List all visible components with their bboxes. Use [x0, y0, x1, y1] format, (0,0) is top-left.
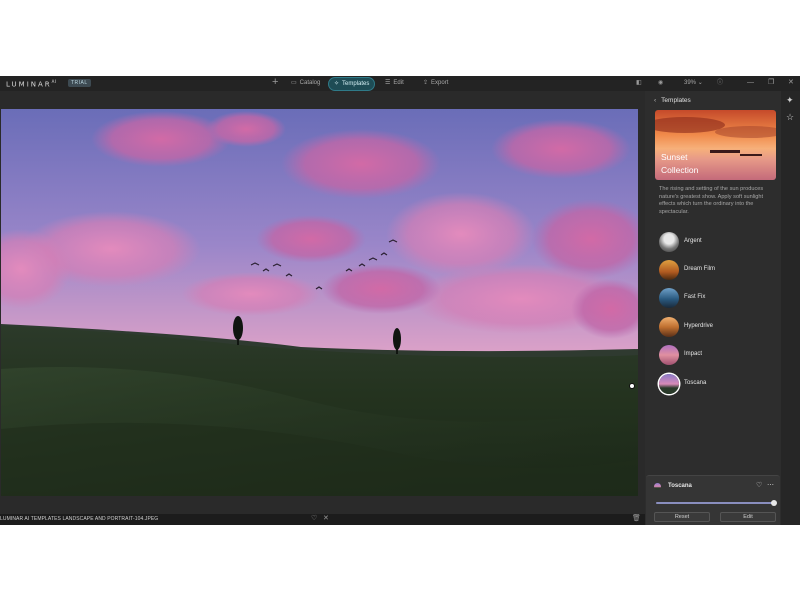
folder-icon: ▭: [291, 80, 297, 86]
magic-icon: ✧: [334, 81, 340, 87]
maximize-button[interactable]: ❐: [768, 77, 774, 89]
tab-edit-label: Edit: [393, 80, 404, 86]
tab-edit[interactable]: ☰ Edit: [380, 77, 409, 89]
filename: LUMINAR AI TEMPLATES LANDSCAPE AND PORTR…: [0, 516, 159, 522]
heart-icon[interactable]: ♡: [756, 481, 762, 489]
panel-title: Templates: [661, 97, 691, 104]
banner-subtitle: Collection: [661, 165, 699, 175]
logo-sup: AI: [51, 79, 57, 84]
edit-button[interactable]: Edit: [720, 512, 776, 522]
sunset-collection-banner[interactable]: Sunset Collection: [655, 110, 776, 180]
luminar-window: LUMINARAI TRIAL + ▭ Catalog ✧ Templates ☰ E…: [0, 76, 800, 525]
template-argent[interactable]: Argent: [659, 232, 769, 254]
template-thumbnail: [659, 374, 679, 394]
eye-icon[interactable]: ◉: [658, 78, 663, 88]
zoom-select[interactable]: 39% ⌄: [684, 78, 703, 88]
heart-icon[interactable]: ♡: [311, 514, 317, 524]
tab-templates[interactable]: ✧ Templates: [328, 77, 376, 91]
templates-panel: ‹ Templates Sunset Collection The rising…: [645, 91, 781, 525]
template-thumbnail: [659, 232, 679, 252]
more-icon[interactable]: ⋯: [767, 481, 774, 489]
applied-template-thumbnail: [654, 483, 661, 490]
template-fast-fix[interactable]: Fast Fix: [659, 288, 769, 310]
tab-export-label: Export: [431, 80, 449, 86]
collection-description: The rising and setting of the sun produc…: [659, 186, 764, 215]
tab-catalog-label: Catalog: [299, 80, 321, 86]
template-name: Dream Film: [684, 266, 715, 272]
template-amount-slider[interactable]: [656, 500, 777, 506]
template-thumbnail: [659, 260, 679, 280]
chevron-down-icon: ⌄: [697, 80, 703, 86]
help-icon[interactable]: ⓘ: [717, 78, 723, 88]
trash-icon[interactable]: 🗑: [632, 514, 641, 524]
template-name: Hyperdrive: [684, 323, 714, 329]
right-rail: ✦ ☆: [781, 91, 800, 525]
template-impact[interactable]: Impact: [659, 345, 769, 367]
bottom-bar: LUMINAR AI TEMPLATES LANDSCAPE AND PORTR…: [0, 514, 645, 525]
template-toscana[interactable]: Toscana: [659, 374, 769, 396]
trial-badge: TRIAL: [68, 79, 91, 87]
export-icon: ⇪: [423, 80, 429, 86]
plus-icon[interactable]: +: [272, 76, 278, 89]
slider-fill: [656, 502, 774, 504]
template-name: Toscana: [684, 380, 707, 386]
landscape-photo: [1, 109, 638, 496]
template-dream-film[interactable]: Dream Film: [659, 260, 769, 282]
tab-templates-label: Templates: [342, 81, 370, 87]
template-name: Fast Fix: [684, 294, 706, 300]
zoom-value: 39%: [684, 80, 697, 86]
reset-button[interactable]: Reset: [654, 512, 710, 522]
applied-template-name: Toscana: [668, 483, 692, 489]
banner-title: Sunset: [661, 152, 688, 162]
chevron-left-icon[interactable]: ‹: [654, 97, 656, 104]
templates-magic-icon[interactable]: ✦: [786, 95, 794, 106]
slider-knob[interactable]: [771, 500, 777, 506]
sliders-icon: ☰: [385, 80, 391, 86]
tab-export[interactable]: ⇪ Export: [418, 77, 453, 89]
panel-header[interactable]: ‹ Templates: [654, 97, 691, 104]
template-name: Argent: [684, 238, 702, 244]
template-name: Impact: [684, 351, 703, 357]
compare-icon[interactable]: ◧: [636, 78, 642, 88]
tab-catalog[interactable]: ▭ Catalog: [286, 77, 325, 89]
template-thumbnail: [659, 345, 679, 365]
template-thumbnail: [659, 317, 679, 337]
photo-canvas[interactable]: [1, 109, 638, 496]
minimize-button[interactable]: —: [747, 77, 754, 89]
applied-template-card: Toscana ♡ ⋯ Reset Edit: [646, 475, 780, 525]
template-hyperdrive[interactable]: Hyperdrive: [659, 317, 769, 339]
top-bar: LUMINARAI TRIAL + ▭ Catalog ✧ Templates ☰ E…: [0, 76, 800, 91]
template-thumbnail: [659, 288, 679, 308]
cursor: [629, 383, 635, 389]
close-button[interactable]: ✕: [788, 77, 794, 89]
star-icon[interactable]: ☆: [786, 112, 794, 123]
logo-text: LUMINAR: [6, 80, 52, 89]
app-logo: LUMINARAI: [6, 79, 57, 88]
reject-icon[interactable]: ✕: [323, 514, 329, 524]
